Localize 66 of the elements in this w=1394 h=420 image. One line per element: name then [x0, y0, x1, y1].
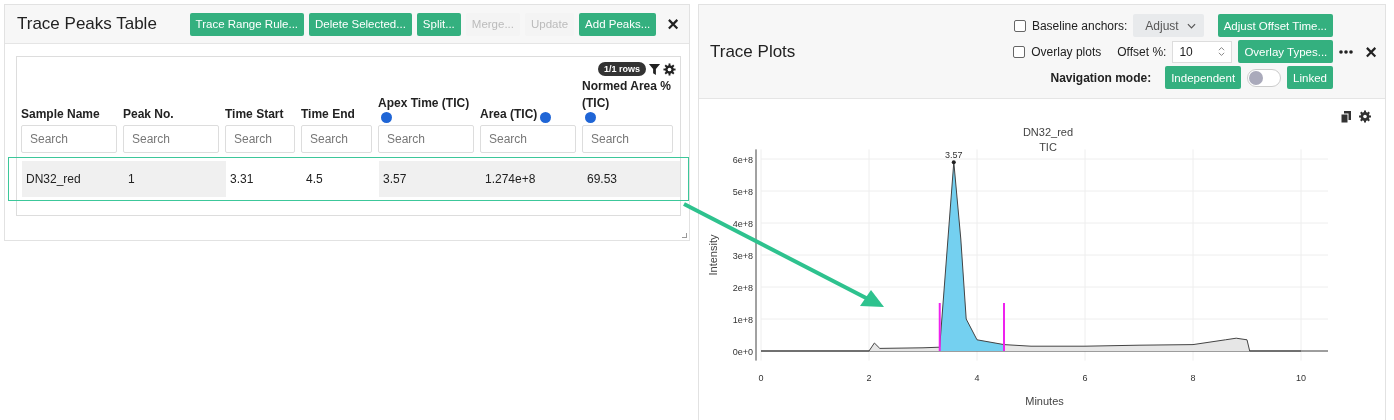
column-header[interactable]: Apex Time (TIC): [378, 95, 470, 112]
search-field[interactable]: Search: [123, 125, 219, 153]
copy-icon[interactable]: [1340, 111, 1351, 124]
panel-title: Trace Peaks Table: [17, 14, 157, 34]
peak-boundary-marker[interactable]: [1003, 302, 1005, 352]
spinner-icon[interactable]: [1218, 46, 1226, 57]
search-field[interactable]: Search: [582, 125, 673, 153]
chevron-icon: [1186, 22, 1196, 29]
checkbox[interactable]: [1013, 19, 1026, 32]
x-tick-label: 4: [974, 372, 980, 383]
column-header[interactable]: Time End: [301, 106, 355, 123]
apex-point: [951, 160, 956, 165]
apex-label: 3.57: [945, 150, 963, 161]
chart-title: DN32_red: [1022, 126, 1074, 138]
table-cell: DN32_red: [22, 161, 124, 197]
checkbox[interactable]: [1013, 45, 1026, 58]
toggle-switch[interactable]: [1247, 68, 1282, 87]
checkbox-label: Overlay plots: [1031, 44, 1102, 59]
adjust-select[interactable]: Adjust: [1133, 14, 1204, 37]
column-header[interactable]: Time Start: [225, 106, 284, 123]
y-tick-label: 0e+0: [732, 347, 753, 357]
filter-icon[interactable]: [648, 62, 661, 76]
table-cell: 1.274e+8: [481, 161, 583, 197]
column-header[interactable]: Area (TIC): [480, 106, 538, 123]
table-cell: 1: [124, 161, 226, 197]
table-row[interactable]: DN32_red 1 3.31 4.5 3.57 1.274e+8 69.53: [8, 157, 689, 201]
table-cell: 3.57: [379, 161, 481, 197]
x-tick-label: 10: [1296, 372, 1306, 383]
search-field[interactable]: Search: [480, 125, 576, 153]
navigation-label: Navigation mode:: [1050, 70, 1152, 85]
offset-label: Offset %:: [1117, 44, 1167, 59]
more-icon[interactable]: [1339, 49, 1354, 54]
help-icon[interactable]: [540, 112, 552, 123]
x-tick-label: 0: [758, 372, 764, 383]
y-axis-title: Intensity: [707, 234, 719, 276]
y-tick-label: 4e+8: [732, 219, 753, 229]
y-tick-label: 5e+8: [732, 187, 753, 197]
panel-title: Trace Plots: [710, 41, 796, 62]
column-header[interactable]: Peak No.: [123, 106, 174, 123]
y-tick-label: 2e+8: [732, 283, 753, 293]
search-field[interactable]: Search: [225, 125, 295, 153]
search-field[interactable]: Search: [378, 125, 474, 153]
column-header[interactable]: Normed Area % (TIC): [582, 78, 673, 112]
row-count-badge: 1/1 rows: [597, 62, 646, 76]
offset-field[interactable]: 10: [1172, 40, 1233, 63]
close-button[interactable]: ×: [1365, 41, 1377, 62]
settings-icon[interactable]: [663, 62, 676, 76]
help-icon[interactable]: [381, 112, 392, 123]
column-header[interactable]: Sample Name: [21, 106, 100, 123]
y-tick-label: 6e+8: [732, 155, 753, 165]
x-tick-label: 2: [866, 372, 872, 383]
peak-boundary-marker[interactable]: [938, 302, 941, 352]
y-tick-label: 3e+8: [732, 251, 753, 261]
search-field[interactable]: Search: [301, 125, 372, 153]
y-tick-label: 1e+8: [732, 315, 753, 325]
table-cell: 69.53: [583, 161, 680, 197]
x-axis-title: Minutes: [1025, 395, 1064, 407]
settings-icon[interactable]: [1359, 110, 1371, 123]
x-tick-label: 8: [1190, 372, 1196, 383]
x-tick-label: 6: [1082, 372, 1088, 383]
search-field[interactable]: Search: [21, 125, 117, 153]
close-button[interactable]: ×: [667, 14, 679, 34]
checkbox-label: Baseline anchors:: [1031, 18, 1128, 33]
resize-handle[interactable]: [682, 233, 687, 238]
help-icon[interactable]: [585, 112, 596, 123]
series-name: TIC: [1039, 141, 1057, 153]
